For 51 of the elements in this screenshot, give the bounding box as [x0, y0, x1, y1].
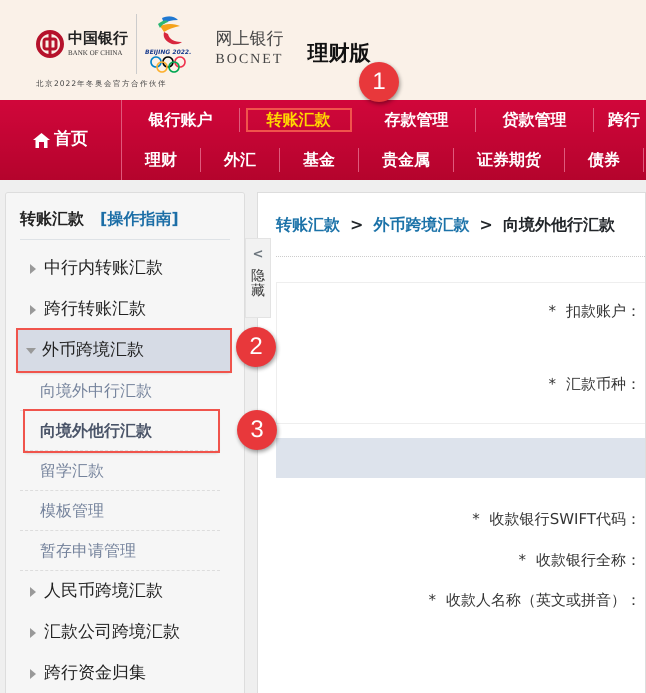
required-mark: * [518, 550, 526, 570]
callout-marker: 2 [236, 327, 276, 367]
caret-right-icon [28, 668, 38, 678]
hide-menu-toggle[interactable]: < 隐藏 [245, 238, 271, 318]
field-label: 收款人名称（英文或拼音）： [446, 590, 641, 611]
bank-name: 中国银行 [68, 31, 128, 46]
nav-tab[interactable]: 外汇 [201, 148, 280, 172]
menu-item[interactable]: 模板管理 [20, 491, 220, 531]
field-label: 汇款币种： [566, 374, 641, 394]
menu-group[interactable]: 人民币跨境汇款 [20, 571, 230, 612]
nav-tab[interactable]: 基金 [280, 148, 359, 172]
home-icon [33, 132, 50, 148]
bank-emblem-icon [36, 30, 64, 58]
service-name: 网上银行 [215, 30, 284, 49]
nav-tab[interactable]: 存款管理 [358, 108, 476, 132]
breadcrumb-separator: > [350, 214, 364, 236]
caret-down-icon [26, 346, 36, 356]
required-mark: * [428, 590, 436, 611]
nav-tab[interactable]: 理财 [122, 148, 201, 172]
field-label: 收款银行全称： [536, 550, 641, 570]
breadcrumb-link[interactable]: 外币跨境汇款 [373, 212, 470, 236]
nav-tab[interactable]: 银行账户 [122, 108, 240, 132]
menu-group[interactable]: 跨行转账汇款 [20, 289, 230, 330]
field-label: 扣款账户： [566, 301, 641, 322]
callout-marker: 3 [237, 410, 277, 450]
required-mark: * [472, 509, 480, 530]
menu-group[interactable]: 跨行资金归集 [20, 653, 230, 693]
nav-tab[interactable]: 贵金属 [359, 148, 454, 172]
breadcrumb-current: 向境外他行汇款 [502, 214, 615, 236]
menu-group[interactable]: 汇款公司跨境汇款 [20, 612, 230, 653]
field-label: 收款银行SWIFT代码： [490, 509, 641, 530]
caret-right-icon [28, 304, 38, 314]
nav-tab[interactable]: 证券期货 [454, 148, 565, 172]
sidebar-title: 转账汇款 [20, 208, 84, 230]
menu-group[interactable]: 中行内转账汇款 [20, 248, 230, 289]
nav-tab[interactable]: 贷款管理 [476, 108, 594, 132]
nav-tab[interactable]: 债券 [565, 148, 644, 172]
breadcrumb-link[interactable]: 转账汇款 [276, 212, 340, 236]
caret-right-icon [28, 628, 38, 638]
menu-item[interactable]: 暂存申请管理 [20, 531, 220, 571]
menu-item[interactable]: 向境外中行汇款 [20, 371, 220, 411]
caret-right-icon [28, 586, 38, 596]
required-mark: * [548, 301, 556, 322]
home-link[interactable]: 首页 [0, 100, 122, 180]
guide-link[interactable]: [操作指南] [100, 207, 179, 231]
required-mark: * [548, 374, 556, 394]
menu-item[interactable]: 留学汇款 [20, 451, 220, 491]
olympic-rings-icon [149, 56, 188, 74]
caret-right-icon [28, 264, 38, 274]
nav-tab[interactable]: 跨行 [594, 108, 640, 132]
breadcrumb-separator: > [479, 214, 493, 236]
